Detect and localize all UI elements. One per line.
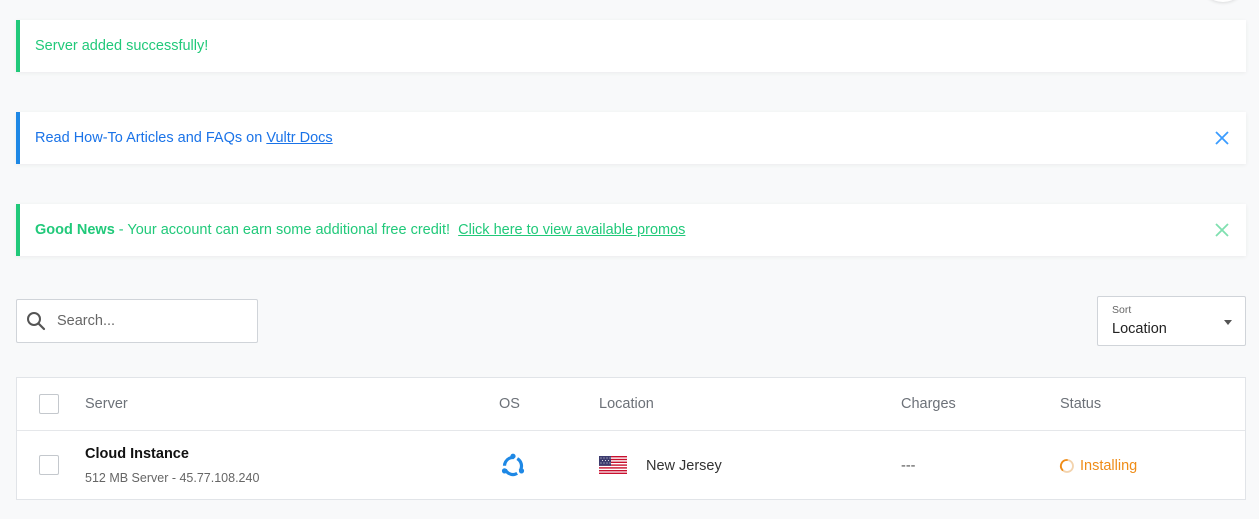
search-icon: [27, 312, 46, 331]
sort-select[interactable]: Sort Location: [1097, 296, 1246, 346]
row-checkbox[interactable]: [39, 455, 59, 475]
chevron-down-icon: [1224, 320, 1232, 325]
alert-docs-text: Read How-To Articles and FAQs on Vultr D…: [35, 130, 333, 146]
servers-table: Server OS Location Charges Status Cloud …: [16, 377, 1246, 500]
alert-promo: Good News - Your account can earn some a…: [16, 204, 1246, 256]
search-box[interactable]: [16, 299, 258, 343]
alert-promo-bold: Good News: [35, 222, 115, 238]
us-flag-icon: [599, 456, 627, 474]
alert-success: Server added successfully!: [16, 20, 1246, 72]
table-header: Server OS Location Charges Status: [17, 378, 1245, 431]
status-badge: Installing: [1059, 458, 1137, 474]
header-location[interactable]: Location: [599, 396, 654, 412]
promos-link[interactable]: Click here to view available promos: [458, 222, 685, 238]
server-name[interactable]: Cloud Instance: [85, 446, 189, 462]
select-all-checkbox[interactable]: [39, 394, 59, 414]
header-status[interactable]: Status: [1060, 396, 1101, 412]
status-text: Installing: [1080, 458, 1138, 474]
spinner-icon: [1059, 459, 1074, 473]
vultr-docs-link[interactable]: Vultr Docs: [266, 130, 332, 146]
alert-docs: Read How-To Articles and FAQs on Vultr D…: [16, 112, 1246, 164]
table-row[interactable]: Cloud Instance 512 MB Server - 45.77.108…: [17, 432, 1245, 500]
sort-value: Location: [1112, 321, 1167, 337]
charges-value: ---: [901, 458, 916, 474]
location-name: New Jersey: [646, 458, 722, 474]
header-charges[interactable]: Charges: [901, 396, 956, 412]
header-os[interactable]: OS: [499, 396, 520, 412]
alert-promo-text: Good News - Your account can earn some a…: [35, 222, 686, 238]
close-icon[interactable]: [1214, 222, 1230, 238]
close-icon[interactable]: [1214, 130, 1230, 146]
server-details: 512 MB Server - 45.77.108.240: [85, 471, 260, 485]
header-server[interactable]: Server: [85, 396, 128, 412]
avatar-corner: [1201, 0, 1245, 2]
search-input[interactable]: [57, 313, 237, 329]
sort-label: Sort: [1112, 304, 1132, 316]
alert-success-text: Server added successfully!: [35, 38, 209, 54]
ubuntu-icon: [501, 453, 525, 477]
